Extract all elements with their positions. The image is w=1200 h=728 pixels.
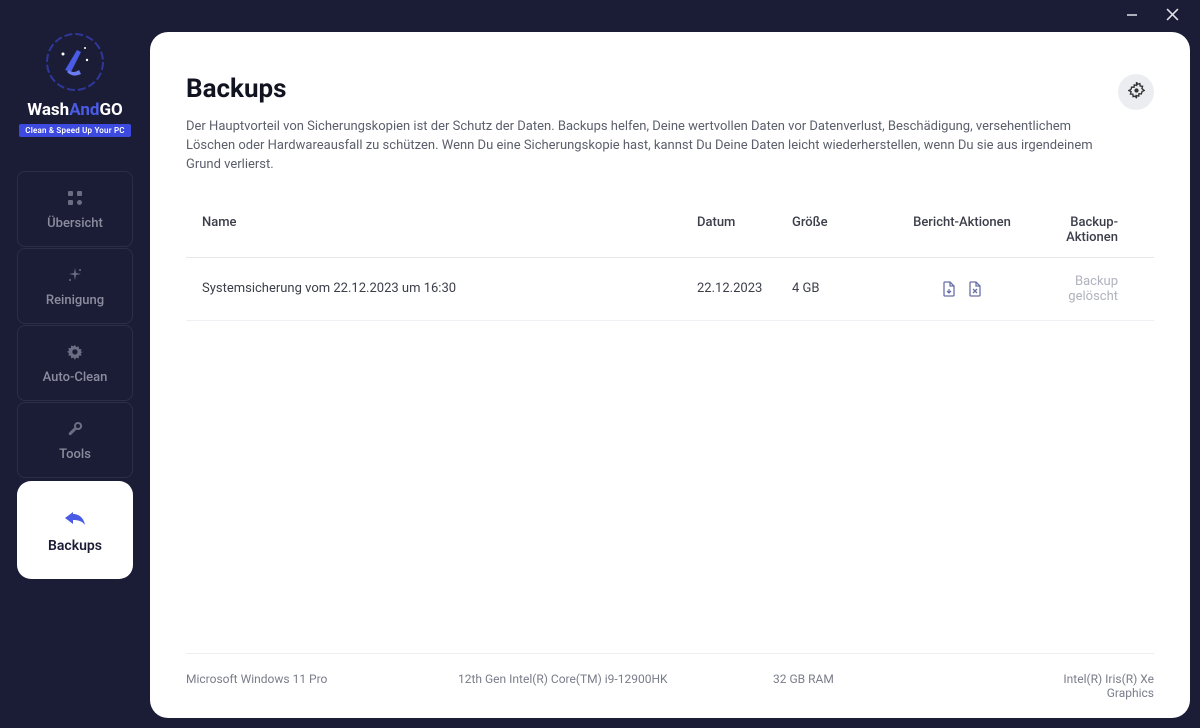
- nav-label: Reinigung: [46, 293, 104, 308]
- backups-table: Name Datum Größe Bericht-Aktionen Backup…: [186, 203, 1154, 321]
- footer-os: Microsoft Windows 11 Pro: [186, 672, 458, 700]
- cell-name: Systemsicherung vom 22.12.2023 um 16:30: [202, 281, 697, 296]
- close-button[interactable]: [1164, 7, 1180, 25]
- col-header-report: Bericht-Aktionen: [897, 215, 1027, 245]
- nav-label: Übersicht: [47, 216, 103, 231]
- app-logo: WashAndGO Clean & Speed Up Your PC: [19, 32, 130, 137]
- cell-date: 22.12.2023: [697, 281, 792, 296]
- nav-autoclean[interactable]: Auto-Clean: [17, 325, 133, 401]
- col-header-date: Datum: [697, 215, 792, 245]
- gear-icon: [1128, 82, 1145, 103]
- nav-label: Auto-Clean: [43, 370, 108, 385]
- col-header-size: Größe: [792, 215, 897, 245]
- col-header-name: Name: [202, 215, 697, 245]
- logo-icon: [45, 32, 105, 92]
- system-info-footer: Microsoft Windows 11 Pro 12th Gen Intel(…: [186, 653, 1154, 700]
- footer-gpu: Intel(R) Iris(R) Xe Graphics: [1033, 672, 1154, 700]
- export-report-button[interactable]: [941, 281, 957, 297]
- table-row: Systemsicherung vom 22.12.2023 um 16:30 …: [186, 258, 1154, 321]
- wrench-icon: [65, 419, 85, 439]
- nav-cleaning[interactable]: Reinigung: [17, 248, 133, 324]
- cell-size: 4 GB: [792, 281, 897, 296]
- footer-ram: 32 GB RAM: [773, 672, 1033, 700]
- settings-button[interactable]: [1118, 74, 1154, 110]
- table-header: Name Datum Größe Bericht-Aktionen Backup…: [186, 203, 1154, 258]
- nav-backups[interactable]: Backups: [17, 481, 133, 579]
- footer-cpu: 12th Gen Intel(R) Core(TM) i9-12900HK: [458, 672, 773, 700]
- reply-icon: [63, 506, 87, 530]
- page-title: Backups: [186, 74, 1106, 104]
- col-header-backup: Backup-Aktionen: [1027, 215, 1138, 245]
- sidebar: WashAndGO Clean & Speed Up Your PC Übers…: [0, 8, 150, 728]
- sparkle-icon: [65, 265, 85, 285]
- gear-icon: [65, 342, 85, 362]
- main-panel: Backups Der Hauptvorteil von Sicherungsk…: [150, 32, 1190, 718]
- nav-label: Backups: [48, 538, 102, 554]
- nav-tools[interactable]: Tools: [17, 402, 133, 478]
- brand-name: WashAndGO: [27, 100, 123, 120]
- nav-label: Tools: [59, 447, 91, 462]
- grid-icon: [65, 188, 85, 208]
- backup-status: Backup gelöscht: [1068, 274, 1118, 304]
- brand-tagline: Clean & Speed Up Your PC: [19, 124, 130, 137]
- delete-report-button[interactable]: [967, 281, 983, 297]
- nav-overview[interactable]: Übersicht: [17, 171, 133, 247]
- page-description: Der Hauptvorteil von Sicherungskopien is…: [186, 118, 1106, 175]
- minimize-button[interactable]: [1124, 7, 1140, 25]
